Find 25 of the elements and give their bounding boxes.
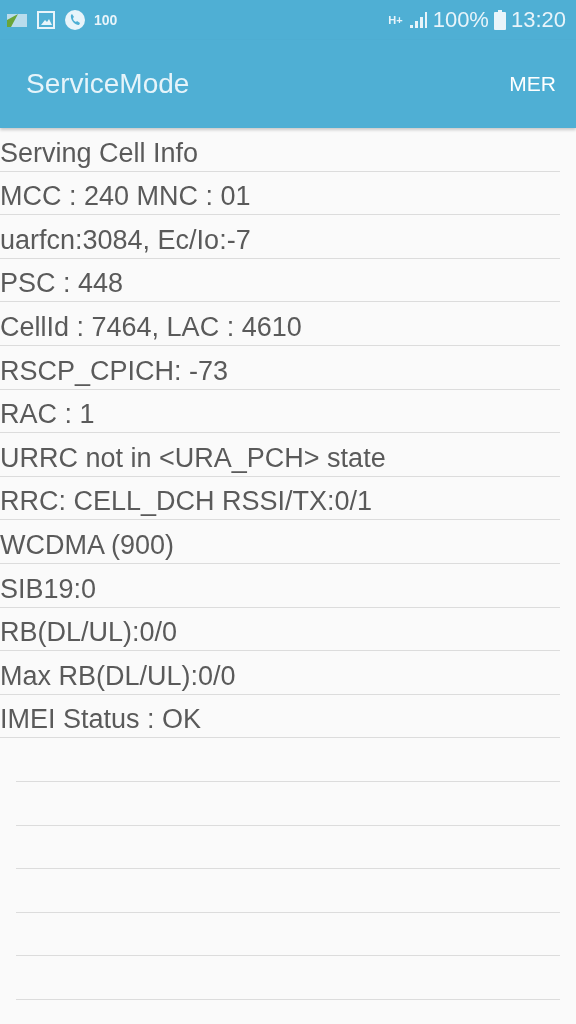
info-line: SIB19:0 <box>0 575 97 606</box>
app-title: ServiceMode <box>26 68 190 100</box>
signal-icon <box>407 10 428 30</box>
info-line: uarfcn:3084, Ec/Io:-7 <box>0 226 251 257</box>
phone-icon <box>64 9 86 31</box>
battery-icon <box>493 10 506 30</box>
info-line: URRC not in <URA_PCH> state <box>0 444 386 475</box>
clock-time: 13:20 <box>510 7 566 33</box>
info-line: RB(DL/UL):0/0 <box>0 619 178 650</box>
battery-percent: 100% <box>432 7 489 33</box>
notification-count: 100 <box>94 12 118 28</box>
info-line: RSCP_CPICH: -73 <box>0 357 229 388</box>
info-line: RAC : 1 <box>0 401 95 432</box>
info-line: MCC : 240 MNC : 01 <box>0 183 251 214</box>
info-line: Max RB(DL/UL):0/0 <box>0 662 236 693</box>
info-line: CellId : 7464, LAC : 4610 <box>0 313 302 344</box>
info-line: IMEI Status : OK <box>0 706 202 737</box>
landscape-icon <box>6 11 28 29</box>
info-line: Serving Cell Info <box>0 139 199 170</box>
info-line: RRC: CELL_DCH RSSI/TX:0/1 <box>0 488 373 519</box>
info-line: WCDMA (900) <box>0 531 175 562</box>
image-icon <box>36 10 56 30</box>
menu-action-button[interactable]: MER <box>509 68 556 100</box>
info-line: PSC : 448 <box>0 270 124 301</box>
network-type: H+ <box>388 14 403 26</box>
